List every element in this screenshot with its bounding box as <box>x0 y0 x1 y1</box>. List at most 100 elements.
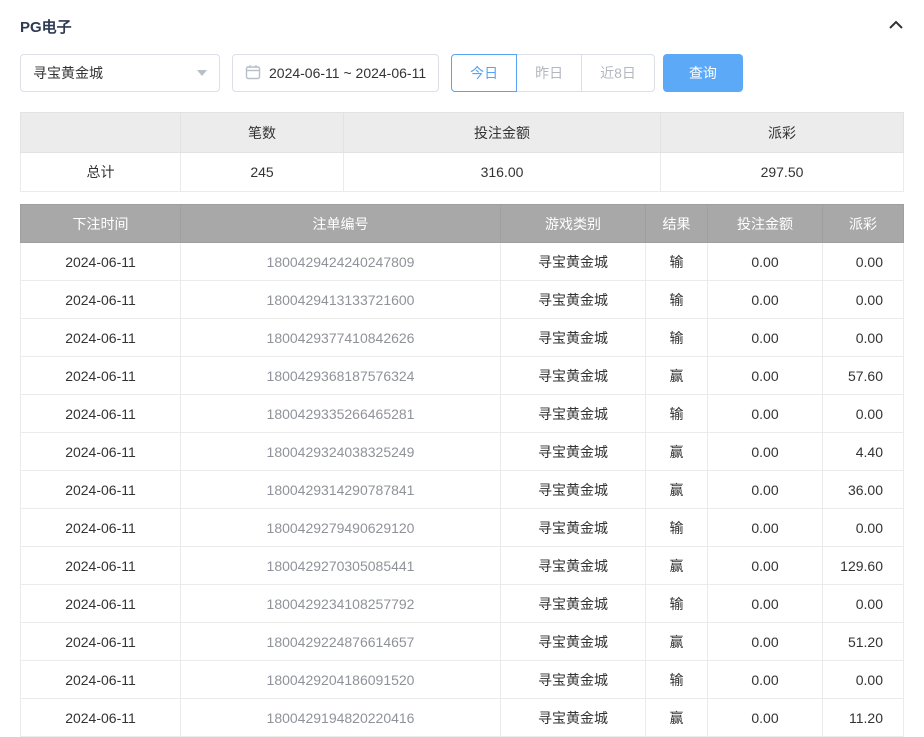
cell-result: 输 <box>646 243 708 281</box>
cell-payout: 11.20 <box>823 699 904 737</box>
cell-game: 寻宝黄金城 <box>501 357 646 395</box>
cell-game: 寻宝黄金城 <box>501 623 646 661</box>
table-row: 2024-06-111800429204186091520寻宝黄金城输0.000… <box>21 661 904 699</box>
summary-header-row: 笔数 投注金额 派彩 <box>21 113 904 153</box>
cell-amount: 0.00 <box>708 357 823 395</box>
cell-amount: 0.00 <box>708 395 823 433</box>
cell-bet-time: 2024-06-11 <box>21 433 181 471</box>
records-tbody: 2024-06-111800429424240247809寻宝黄金城输0.000… <box>21 243 904 737</box>
date-range-picker[interactable]: 2024-06-11 ~ 2024-06-11 <box>232 54 439 92</box>
cell-result: 输 <box>646 509 708 547</box>
cell-amount: 0.00 <box>708 547 823 585</box>
cell-bet-no: 1800429413133721600 <box>181 281 501 319</box>
cell-game: 寻宝黄金城 <box>501 509 646 547</box>
cell-result: 输 <box>646 281 708 319</box>
chevron-up-icon <box>888 19 904 34</box>
summary-total-payout: 297.50 <box>661 153 904 192</box>
table-row: 2024-06-111800429335266465281寻宝黄金城输0.000… <box>21 395 904 433</box>
date-range-value: 2024-06-11 ~ 2024-06-11 <box>269 65 426 81</box>
cell-result: 赢 <box>646 547 708 585</box>
game-select-value: 寻宝黄金城 <box>33 63 103 83</box>
cell-bet-no: 1800429424240247809 <box>181 243 501 281</box>
cell-game: 寻宝黄金城 <box>501 433 646 471</box>
cell-result: 输 <box>646 395 708 433</box>
table-row: 2024-06-111800429413133721600寻宝黄金城输0.000… <box>21 281 904 319</box>
quick-range-today-button[interactable]: 今日 <box>451 54 517 92</box>
summary-header-payout: 派彩 <box>661 113 904 153</box>
summary-header-empty <box>21 113 181 153</box>
filter-bar: 寻宝黄金城 2024-06-11 ~ 2024-06-11 今日 昨日 近8日 … <box>20 54 904 92</box>
cell-result: 输 <box>646 319 708 357</box>
page-title: PG电子 <box>20 16 72 37</box>
cell-bet-no: 1800429279490629120 <box>181 509 501 547</box>
cell-payout: 0.00 <box>823 395 904 433</box>
records-header-bet-no: 注单编号 <box>181 205 501 243</box>
table-row: 2024-06-111800429368187576324寻宝黄金城赢0.005… <box>21 357 904 395</box>
cell-game: 寻宝黄金城 <box>501 471 646 509</box>
cell-amount: 0.00 <box>708 433 823 471</box>
quick-range-yesterday-button[interactable]: 昨日 <box>516 54 582 92</box>
table-row: 2024-06-111800429270305085441寻宝黄金城赢0.001… <box>21 547 904 585</box>
cell-bet-no: 1800429314290787841 <box>181 471 501 509</box>
cell-game: 寻宝黄金城 <box>501 547 646 585</box>
cell-bet-time: 2024-06-11 <box>21 281 181 319</box>
summary-table: 笔数 投注金额 派彩 总计 245 316.00 297.50 <box>20 112 904 192</box>
table-row: 2024-06-111800429314290787841寻宝黄金城赢0.003… <box>21 471 904 509</box>
records-header-row: 下注时间注单编号游戏类别结果投注金额派彩 <box>21 205 904 243</box>
cell-payout: 4.40 <box>823 433 904 471</box>
table-row: 2024-06-111800429234108257792寻宝黄金城输0.000… <box>21 585 904 623</box>
cell-amount: 0.00 <box>708 509 823 547</box>
records-header-payout: 派彩 <box>823 205 904 243</box>
search-button[interactable]: 查询 <box>663 54 743 92</box>
summary-header-bet-amount: 投注金额 <box>344 113 661 153</box>
cell-payout: 0.00 <box>823 509 904 547</box>
cell-payout: 0.00 <box>823 661 904 699</box>
cell-amount: 0.00 <box>708 319 823 357</box>
cell-bet-time: 2024-06-11 <box>21 623 181 661</box>
panel-header: PG电子 <box>20 14 904 38</box>
cell-payout: 129.60 <box>823 547 904 585</box>
quick-range-group: 今日 昨日 近8日 <box>451 54 655 92</box>
table-row: 2024-06-111800429224876614657寻宝黄金城赢0.005… <box>21 623 904 661</box>
table-row: 2024-06-111800429324038325249寻宝黄金城赢0.004… <box>21 433 904 471</box>
cell-result: 输 <box>646 585 708 623</box>
cell-bet-time: 2024-06-11 <box>21 319 181 357</box>
cell-bet-no: 1800429194820220416 <box>181 699 501 737</box>
cell-bet-time: 2024-06-11 <box>21 471 181 509</box>
table-row: 2024-06-111800429194820220416寻宝黄金城赢0.001… <box>21 699 904 737</box>
cell-result: 赢 <box>646 471 708 509</box>
records-header-result: 结果 <box>646 205 708 243</box>
cell-bet-no: 1800429224876614657 <box>181 623 501 661</box>
cell-game: 寻宝黄金城 <box>501 243 646 281</box>
game-select[interactable]: 寻宝黄金城 <box>20 54 220 92</box>
cell-bet-no: 1800429368187576324 <box>181 357 501 395</box>
pg-panel: PG电子 寻宝黄金城 2024-06-11 ~ 2024-06-11 <box>0 0 924 737</box>
cell-bet-time: 2024-06-11 <box>21 699 181 737</box>
cell-amount: 0.00 <box>708 471 823 509</box>
cell-bet-time: 2024-06-11 <box>21 547 181 585</box>
table-row: 2024-06-111800429424240247809寻宝黄金城输0.000… <box>21 243 904 281</box>
summary-total-label: 总计 <box>21 153 181 192</box>
cell-amount: 0.00 <box>708 243 823 281</box>
cell-amount: 0.00 <box>708 585 823 623</box>
cell-result: 赢 <box>646 623 708 661</box>
cell-result: 赢 <box>646 357 708 395</box>
cell-bet-no: 1800429335266465281 <box>181 395 501 433</box>
summary-total-count: 245 <box>181 153 344 192</box>
cell-game: 寻宝黄金城 <box>501 319 646 357</box>
cell-result: 赢 <box>646 699 708 737</box>
cell-game: 寻宝黄金城 <box>501 395 646 433</box>
cell-payout: 57.60 <box>823 357 904 395</box>
cell-bet-time: 2024-06-11 <box>21 661 181 699</box>
cell-game: 寻宝黄金城 <box>501 585 646 623</box>
cell-bet-time: 2024-06-11 <box>21 509 181 547</box>
quick-range-last8days-button[interactable]: 近8日 <box>581 54 655 92</box>
collapse-button[interactable] <box>888 19 904 34</box>
cell-bet-time: 2024-06-11 <box>21 357 181 395</box>
cell-bet-time: 2024-06-11 <box>21 395 181 433</box>
cell-bet-no: 1800429270305085441 <box>181 547 501 585</box>
summary-total-bet-amount: 316.00 <box>344 153 661 192</box>
cell-bet-time: 2024-06-11 <box>21 585 181 623</box>
calendar-icon <box>245 64 261 83</box>
summary-header-count: 笔数 <box>181 113 344 153</box>
